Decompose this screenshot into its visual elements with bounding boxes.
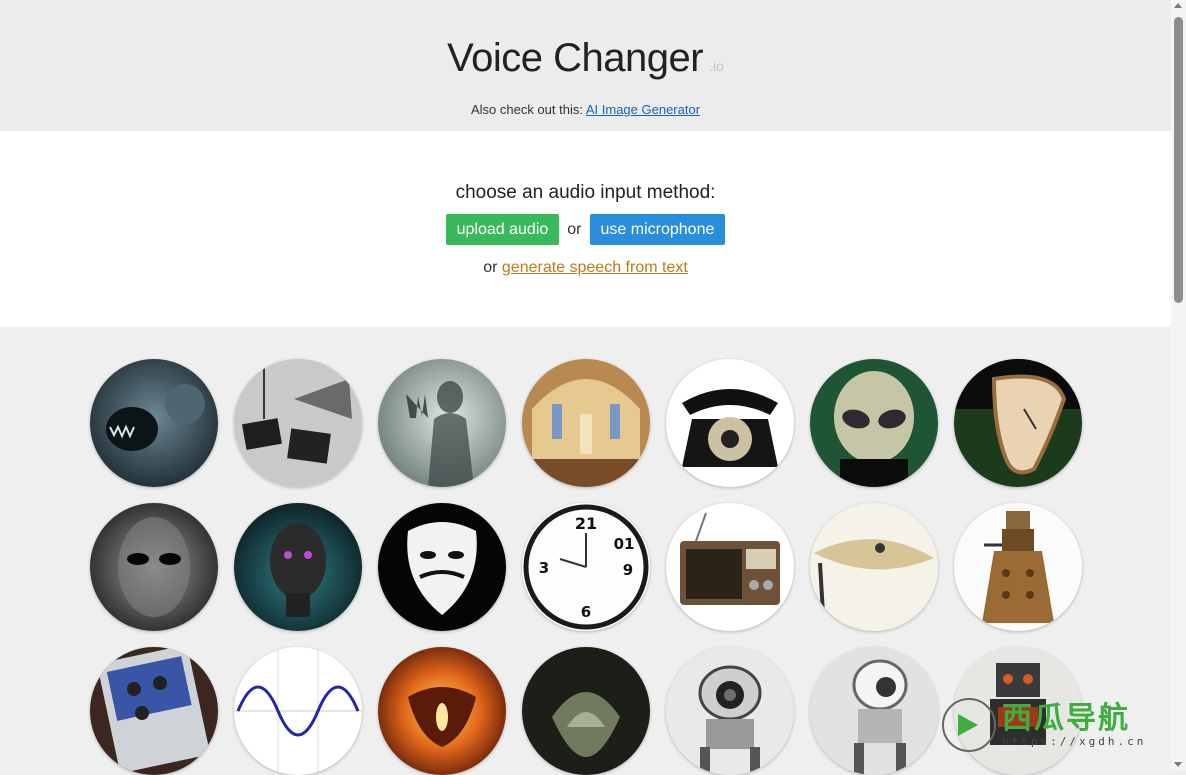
upload-audio-button[interactable]: upload audio [445, 214, 560, 245]
generate-speech-link[interactable]: generate speech from text [502, 259, 688, 276]
scroll-down-icon[interactable] [1174, 762, 1182, 767]
also-text: Also check out this: [470, 102, 583, 117]
robot-drone-voice-thumbnail[interactable] [810, 647, 938, 775]
input-method-prompt: choose an audio input method: [455, 182, 716, 203]
svg-text:21: 21 [575, 514, 597, 533]
pedal-voice-thumbnail[interactable] [90, 647, 218, 775]
fire-demon-voice-thumbnail[interactable] [378, 647, 506, 775]
also-check-out: Also check out this: AI Image Generator [0, 102, 1171, 117]
svg-text:9: 9 [623, 561, 633, 579]
svg-text:6: 6 [581, 603, 591, 621]
anonymous-voice-thumbnail[interactable] [378, 503, 506, 631]
svg-text:3: 3 [539, 559, 549, 577]
watermark-url: https://xgdh.cn [1002, 734, 1147, 748]
alien-voice-thumbnail[interactable] [810, 359, 938, 487]
site-title[interactable]: Voice Changer [447, 36, 703, 80]
watermark-text: 西瓜导航 https://xgdh.cn [1002, 700, 1147, 748]
robot-eye-voice-thumbnail[interactable] [666, 647, 794, 775]
dalek-voice-thumbnail[interactable] [954, 503, 1082, 631]
audio-input-panel: choose an audio input method: upload aud… [0, 131, 1171, 327]
ghost-voice-thumbnail[interactable] [378, 359, 506, 487]
watermark: 西瓜导航 https://xgdh.cn [942, 696, 1167, 754]
ai-image-generator-link[interactable]: AI Image Generator [586, 102, 700, 117]
use-microphone-button[interactable]: use microphone [589, 214, 726, 245]
reversed-clock-voice-thumbnail[interactable]: 21 01 3 9 6 [522, 503, 650, 631]
radio-voice-thumbnail[interactable] [666, 503, 794, 631]
tts-prefix: or [483, 259, 498, 276]
input-buttons-row: upload audio or use microphone [0, 214, 1171, 245]
watermark-main-text: 西瓜导航 [1002, 700, 1130, 736]
watermark-logo-icon [942, 698, 996, 752]
grey-alien-voice-thumbnail[interactable] [90, 503, 218, 631]
sine-wave-voice-thumbnail[interactable] [234, 647, 362, 775]
telephone-voice-thumbnail[interactable] [666, 359, 794, 487]
vertical-scrollbar[interactable] [1171, 0, 1186, 770]
dark-cave-voice-thumbnail[interactable] [522, 647, 650, 775]
scroll-up-icon[interactable] [1174, 3, 1182, 8]
title-row: Voice Changer .io [0, 36, 1171, 81]
site-header: Voice Changer .io Also check out this: AI… [0, 0, 1171, 131]
melting-clock-voice-thumbnail[interactable] [954, 359, 1082, 487]
svg-text:01: 01 [614, 535, 635, 553]
or-label: or [567, 220, 582, 238]
robot-mask-voice-thumbnail[interactable] [234, 503, 362, 631]
scroll-thumb[interactable] [1174, 17, 1183, 303]
site-title-suffix: .io [709, 58, 724, 74]
megaphone-voice-thumbnail[interactable] [234, 359, 362, 487]
cymbal-voice-thumbnail[interactable] [810, 503, 938, 631]
cathedral-voice-thumbnail[interactable] [522, 359, 650, 487]
tts-row: or generate speech from text [0, 259, 1171, 277]
cave-monster-voice-thumbnail[interactable] [90, 359, 218, 487]
